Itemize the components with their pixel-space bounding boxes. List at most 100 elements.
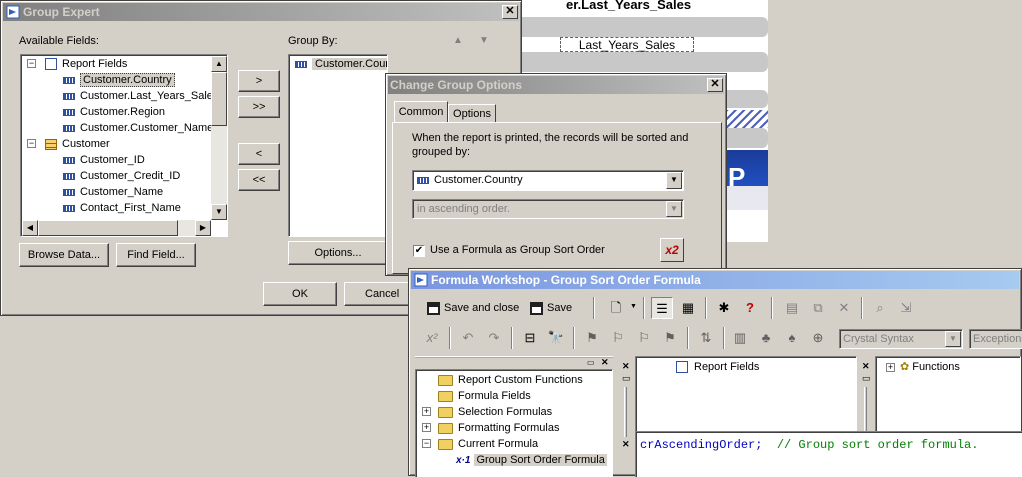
list-item[interactable]: Customer.Country - A [295, 56, 387, 72]
hscroll-thumb[interactable] [38, 220, 178, 236]
chevron-down-icon[interactable]: ▼ [666, 201, 682, 217]
redo-icon[interactable]: ↷ [483, 327, 505, 349]
scroll-thumb[interactable] [211, 72, 227, 126]
remove-field-button[interactable]: < [238, 143, 280, 165]
scroll-right-icon[interactable]: ▶ [195, 220, 211, 236]
formula-editor-icon[interactable]: x2 [660, 238, 684, 262]
collapse-icon[interactable]: − [27, 139, 36, 148]
workshop-tree[interactable]: Report Custom Functions Formula Fields + Se… [415, 369, 613, 477]
report-section-bar-2[interactable] [522, 52, 768, 72]
find-field-button[interactable]: Find Field... [116, 243, 196, 267]
workshop-tree-item[interactable]: Current Formula [438, 436, 538, 452]
field-tree-item[interactable]: Customer.Region [63, 104, 165, 120]
export-icon[interactable]: ⇲ [895, 297, 917, 319]
functions-pane[interactable]: + ✿ Functions [875, 356, 1021, 439]
workshop-tree-item[interactable]: Formatting Formulas [438, 420, 559, 436]
close-icon[interactable]: ✕ [622, 361, 630, 372]
toggle-tree-icon[interactable]: ☰ [651, 297, 673, 319]
tab-common[interactable]: Common [394, 101, 448, 123]
chevron-down-icon[interactable]: ▼ [666, 172, 682, 189]
scroll-down-icon[interactable]: ▼ [211, 204, 227, 220]
report-header-field[interactable]: er.Last_Years_Sales [566, 0, 691, 12]
next-bookmark-icon[interactable]: ⚐ [607, 327, 629, 349]
formula-workshop-titlebar[interactable]: Formula Workshop - Group Sort Order Form… [411, 271, 1019, 289]
chevron-down-icon[interactable]: ▼ [945, 331, 961, 347]
change-group-titlebar[interactable]: Change Group Options [388, 76, 724, 94]
remove-all-button[interactable]: << [238, 169, 280, 191]
field-tree-item[interactable]: Customer.Last_Years_Sales [63, 88, 218, 104]
change-group-close-button[interactable]: ✕ [707, 78, 723, 92]
sort-order-select[interactable]: in ascending order. ▼ [412, 199, 684, 219]
show-fields-icon[interactable]: ▥ [729, 327, 751, 349]
binoculars-icon[interactable]: 🔭 [545, 327, 567, 349]
group-field-select[interactable]: Customer.Country ▼ [412, 170, 684, 191]
close-icon[interactable]: ✕ [601, 357, 609, 368]
workshop-tree-item[interactable]: x·1 Group Sort Order Formula [456, 452, 607, 468]
group-expert-titlebar[interactable]: Group Expert [3, 3, 519, 21]
field-tree-item[interactable]: Customer_ID [63, 152, 145, 168]
browse-data-button[interactable]: Browse Data... [19, 243, 109, 267]
tree-vertical-scrollbar[interactable]: ▲ ▼ [211, 56, 227, 220]
workshop-tree-item[interactable]: Formula Fields [438, 388, 531, 404]
report-fields-pane[interactable]: Report Fields [635, 356, 857, 439]
save-and-close-button[interactable]: Save and close [427, 298, 519, 318]
show-operators-icon[interactable]: ♠ [781, 327, 803, 349]
restore-icon[interactable]: ▭ [862, 373, 871, 384]
field-tree-item[interactable]: Customer_Credit_ID [63, 168, 180, 184]
check-formula-icon[interactable]: x² [421, 327, 443, 349]
close-icon[interactable]: ✕ [862, 361, 870, 372]
functions-node[interactable]: ✿ Functions [900, 359, 960, 375]
undo-icon[interactable]: ↶ [457, 327, 479, 349]
copy-icon[interactable]: ⧉ [807, 297, 829, 319]
exceptions-select[interactable]: Exceptions [969, 329, 1022, 349]
syntax-select[interactable]: Crystal Syntax ▼ [839, 329, 963, 349]
move-down-icon[interactable]: ▼ [479, 35, 489, 46]
tree-group-item[interactable]: Report Fields [45, 56, 127, 72]
properties-icon[interactable]: ▦ [677, 297, 699, 319]
expand-icon[interactable]: + [422, 423, 431, 432]
collapse-icon[interactable]: − [27, 59, 36, 68]
move-up-icon[interactable]: ▲ [453, 35, 463, 46]
tree-group-item[interactable]: Customer [45, 136, 110, 152]
report-fields-node[interactable]: Report Fields [676, 359, 759, 375]
find-icon[interactable]: ⌕ [869, 297, 891, 319]
workshop-tree-item[interactable]: Report Custom Functions [438, 372, 583, 388]
save-button[interactable]: Save [530, 298, 572, 318]
restore-icon[interactable]: ▭ [587, 358, 595, 367]
ok-button[interactable]: OK [263, 282, 337, 306]
sort-tree-icon[interactable]: ⇅ [695, 327, 717, 349]
field-tree-item[interactable]: Customer.Customer_Name [63, 120, 213, 136]
workshop-tree-item[interactable]: Selection Formulas [438, 404, 552, 420]
clear-bookmarks-icon[interactable]: ⚑ [659, 327, 681, 349]
new-icon[interactable]: 🗋 [605, 297, 627, 319]
close-icon[interactable]: ✕ [622, 439, 630, 450]
use-formula-checkbox[interactable]: ✔ [413, 245, 425, 257]
prev-bookmark-icon[interactable]: ⚐ [633, 327, 655, 349]
cancel-button[interactable]: Cancel [344, 282, 418, 306]
bookmark-icon[interactable]: ⚑ [581, 327, 603, 349]
report-field-box[interactable]: Last_Years_Sales [560, 37, 694, 52]
expand-icon[interactable]: + [422, 407, 431, 416]
rename-icon[interactable]: ▤ [781, 297, 803, 319]
tree-horizontal-scrollbar[interactable]: ◀ ▶ [22, 220, 211, 236]
group-by-list[interactable]: Customer.Country - A [288, 54, 388, 237]
field-tree-item[interactable]: Contact_First_Name [63, 200, 181, 216]
scroll-left-icon[interactable]: ◀ [22, 220, 38, 236]
expert-icon[interactable]: ✱ [713, 297, 735, 319]
tab-options[interactable]: Options [448, 104, 496, 123]
add-field-button[interactable]: > [238, 70, 280, 92]
restore-icon[interactable]: ▭ [622, 373, 631, 384]
collapse-icon[interactable]: − [422, 439, 431, 448]
show-functions-icon[interactable]: ♣ [755, 327, 777, 349]
group-expert-close-button[interactable]: ✕ [502, 5, 518, 19]
show-all-icon[interactable]: ⊕ [807, 327, 829, 349]
field-tree-item[interactable]: Customer_Name [63, 184, 163, 200]
report-section-bar[interactable] [522, 17, 768, 37]
options-button[interactable]: Options... [288, 241, 388, 265]
add-all-button[interactable]: >> [238, 96, 280, 118]
browse-data-icon[interactable]: ⊟ [519, 327, 541, 349]
chevron-down-icon[interactable]: ▼ [630, 303, 637, 310]
scroll-up-icon[interactable]: ▲ [211, 56, 227, 72]
available-fields-tree[interactable]: − Report Fields Customer.Country Customer.L… [20, 54, 228, 237]
help-icon[interactable]: ? [739, 297, 761, 319]
